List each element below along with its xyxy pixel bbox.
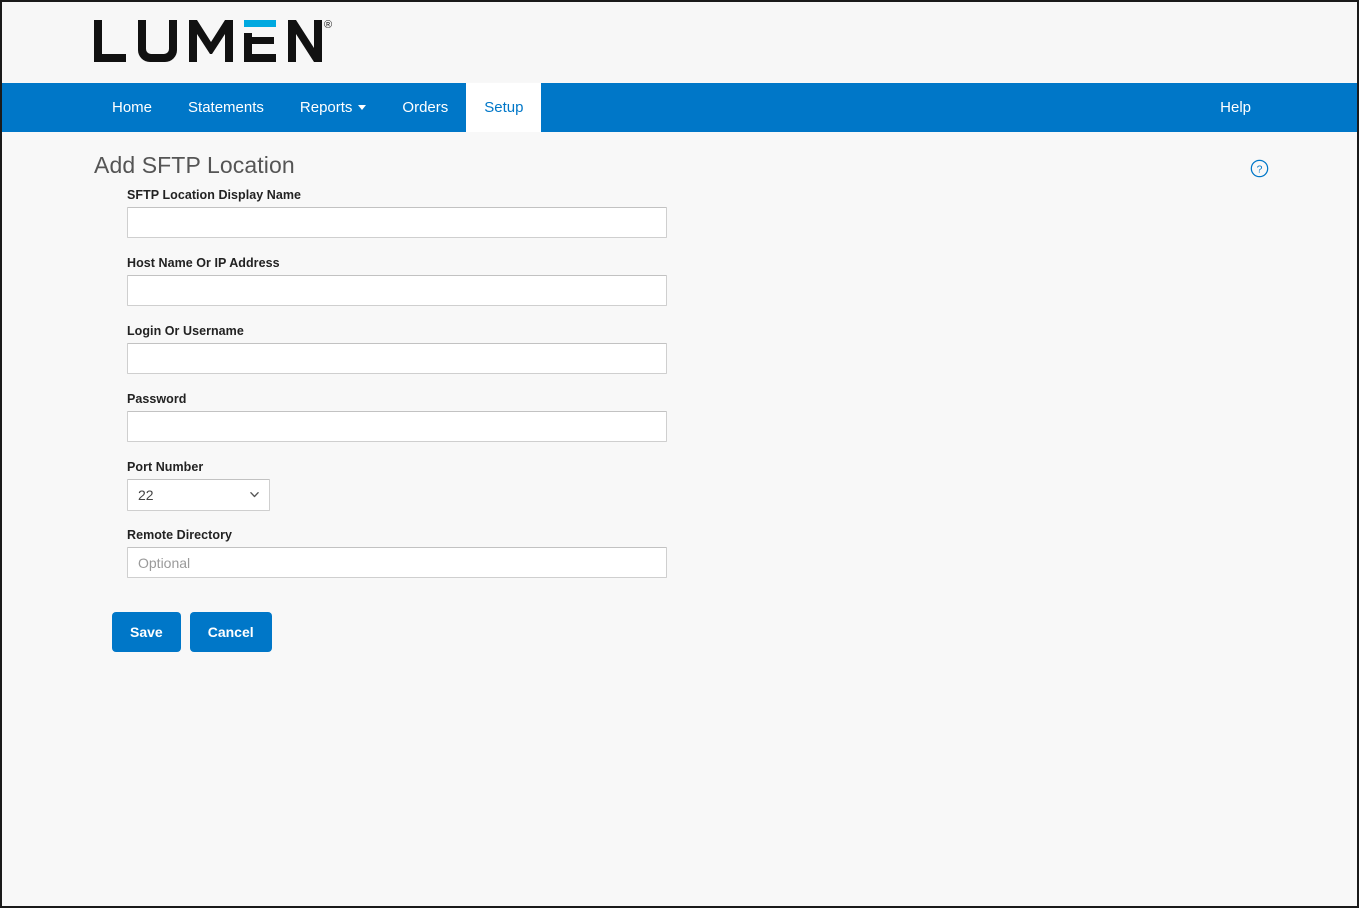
chevron-down-icon [358,105,367,110]
password-input[interactable] [127,411,667,442]
page-title: Add SFTP Location [94,152,295,178]
question-circle-icon[interactable]: ? [1250,159,1269,178]
nav-item-help[interactable]: Help [1202,83,1269,132]
nav-item-label: Reports [299,99,353,116]
field-label: Password [127,392,187,406]
port-number-select-wrapper: 22 [127,479,270,511]
field-login-username: Login Or Username [127,324,687,374]
field-display-name: SFTP Location Display Name [127,188,687,238]
lumen-wordmark-icon [94,20,322,62]
save-button[interactable]: Save [112,612,181,652]
field-label: Host Name Or IP Address [127,256,280,270]
nav-items-group: Home Statements Reports Orders Setup [94,83,542,132]
port-number-select[interactable]: 22 [127,479,270,511]
application-window: ® Home Statements Reports Orders Setup H… [0,0,1359,908]
nav-item-setup[interactable]: Setup [466,83,542,132]
form-actions: Save Cancel [112,612,272,652]
field-host-name: Host Name Or IP Address [127,256,687,306]
main-content: Add SFTP Location ? SFTP Location Displa… [2,132,1357,906]
nav-item-label: Home [112,99,153,116]
nav-item-home[interactable]: Home [94,83,170,132]
host-name-input[interactable] [127,275,667,306]
field-label: Login Or Username [127,324,244,338]
lumen-logo[interactable]: ® [92,18,332,64]
field-port-number: Port Number 22 [127,460,687,511]
registered-trademark-mark: ® [324,19,333,31]
cancel-button[interactable]: Cancel [189,612,272,652]
remote-directory-input[interactable] [127,547,667,578]
svg-text:?: ? [1257,165,1263,176]
nav-item-orders[interactable]: Orders [384,83,466,132]
nav-item-statements[interactable]: Statements [170,83,282,132]
field-label: Remote Directory [127,528,232,542]
nav-item-reports[interactable]: Reports [282,83,385,132]
field-password: Password [127,392,687,442]
nav-item-label: Setup [484,99,524,116]
main-navigation: Home Statements Reports Orders Setup Hel… [2,83,1357,132]
field-remote-directory: Remote Directory [127,528,687,578]
login-username-input[interactable] [127,343,667,374]
field-label: SFTP Location Display Name [127,188,302,202]
nav-item-label: Help [1220,99,1251,116]
field-label: Port Number [127,460,204,474]
nav-item-label: Statements [188,99,264,116]
sftp-location-form: SFTP Location Display Name Host Name Or … [127,188,687,596]
header-band: ® [2,2,1357,82]
sftp-display-name-input[interactable] [127,207,667,238]
nav-item-label: Orders [402,99,449,116]
nav-right-group: Help [1202,83,1269,132]
